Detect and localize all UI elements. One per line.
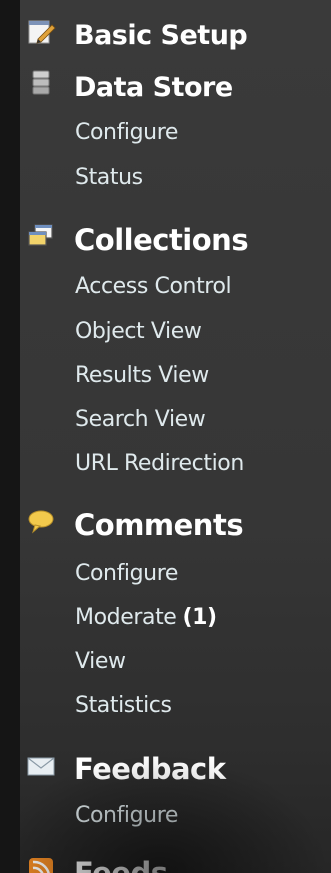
- collections-object-view-link[interactable]: Object View: [75, 316, 202, 346]
- feedback-configure-link[interactable]: Configure: [75, 800, 178, 830]
- section-title: Feeds: [74, 856, 168, 873]
- section-title: Data Store: [74, 71, 233, 103]
- moderate-label: Moderate: [75, 604, 177, 630]
- section-title: Comments: [74, 508, 244, 542]
- moderate-count-badge: (1): [182, 604, 217, 630]
- comments-configure-link[interactable]: Configure: [75, 558, 178, 588]
- section-title: Collections: [74, 223, 249, 257]
- collections-search-view-link[interactable]: Search View: [75, 404, 206, 434]
- collections-access-control-link[interactable]: Access Control: [75, 271, 232, 301]
- speech-bubble-icon: [28, 510, 54, 534]
- section-feeds[interactable]: Feeds: [29, 855, 168, 873]
- section-basic-setup[interactable]: Basic Setup: [28, 17, 248, 53]
- data-store-status-link[interactable]: Status: [75, 162, 143, 192]
- section-collections[interactable]: Collections: [28, 222, 249, 258]
- comments-view-link[interactable]: View: [75, 646, 126, 676]
- section-title: Feedback: [74, 752, 226, 786]
- collections-results-view-link[interactable]: Results View: [75, 360, 209, 390]
- collections-url-redirection-link[interactable]: URL Redirection: [75, 448, 244, 478]
- admin-sidebar: Basic Setup Data Store Configure Status …: [20, 0, 331, 873]
- envelope-icon: [27, 757, 55, 776]
- data-store-configure-link[interactable]: Configure: [75, 117, 178, 147]
- section-title: Basic Setup: [74, 19, 248, 51]
- pencil-icon: [28, 20, 56, 44]
- rss-icon: [29, 858, 53, 873]
- database-icon: [32, 70, 50, 95]
- comments-moderate-link[interactable]: Moderate (1): [75, 602, 217, 632]
- section-feedback[interactable]: Feedback: [27, 751, 226, 787]
- comments-statistics-link[interactable]: Statistics: [75, 690, 172, 720]
- section-data-store[interactable]: Data Store: [32, 69, 233, 105]
- windows-icon: [28, 224, 53, 246]
- section-comments[interactable]: Comments: [28, 507, 244, 543]
